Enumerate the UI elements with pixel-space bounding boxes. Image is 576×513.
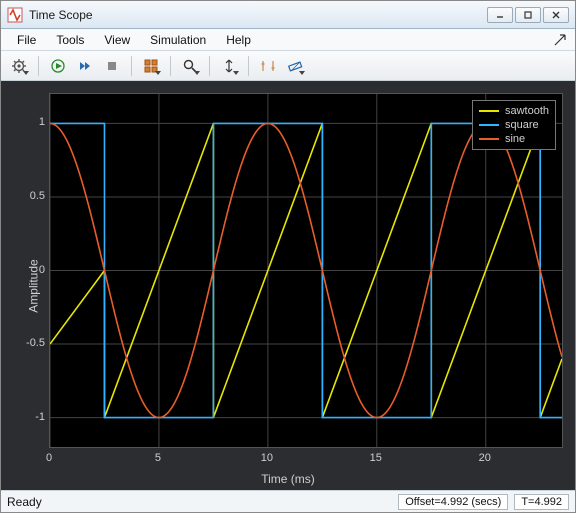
maximize-button[interactable] bbox=[515, 7, 541, 23]
status-offset: Offset=4.992 (secs) bbox=[398, 494, 508, 510]
minimize-button[interactable] bbox=[487, 7, 513, 23]
dock-icon[interactable] bbox=[553, 33, 567, 47]
menubar: File Tools View Simulation Help bbox=[1, 29, 575, 51]
y-tick: 1 bbox=[25, 116, 45, 128]
plot-area: Amplitude Time (ms) sawtooth square sine… bbox=[1, 81, 575, 490]
x-tick: 20 bbox=[479, 452, 491, 464]
legend-item-sawtooth[interactable]: sawtooth bbox=[479, 105, 549, 117]
x-tick: 15 bbox=[370, 452, 382, 464]
settings-button[interactable] bbox=[7, 55, 31, 77]
status-time: T=4.992 bbox=[514, 494, 569, 510]
y-tick: -0.5 bbox=[25, 337, 45, 349]
legend-item-sine[interactable]: sine bbox=[479, 133, 549, 145]
y-tick: -1 bbox=[25, 411, 45, 423]
x-axis-label: Time (ms) bbox=[261, 472, 315, 486]
run-button[interactable] bbox=[46, 55, 70, 77]
x-tick: 5 bbox=[155, 452, 161, 464]
stop-button[interactable] bbox=[100, 55, 124, 77]
menu-tools[interactable]: Tools bbox=[48, 31, 92, 49]
statusbar: Ready Offset=4.992 (secs) T=4.992 bbox=[1, 490, 575, 512]
menu-simulation[interactable]: Simulation bbox=[142, 31, 214, 49]
app-icon bbox=[7, 7, 23, 23]
menu-view[interactable]: View bbox=[96, 31, 138, 49]
x-tick: 10 bbox=[261, 452, 273, 464]
x-tick: 0 bbox=[46, 452, 52, 464]
status-ready: Ready bbox=[7, 495, 392, 509]
menu-help[interactable]: Help bbox=[218, 31, 259, 49]
menu-file[interactable]: File bbox=[9, 31, 44, 49]
legend[interactable]: sawtooth square sine bbox=[472, 100, 556, 150]
step-fwd-button[interactable] bbox=[73, 55, 97, 77]
measure-button[interactable] bbox=[283, 55, 307, 77]
window-title: Time Scope bbox=[29, 8, 481, 22]
cursors-button[interactable] bbox=[256, 55, 280, 77]
autoscale-button[interactable] bbox=[217, 55, 241, 77]
y-tick: 0 bbox=[25, 264, 45, 276]
close-button[interactable] bbox=[543, 7, 569, 23]
plot-canvas[interactable]: sawtooth square sine bbox=[49, 93, 563, 448]
toolbar bbox=[1, 51, 575, 81]
layout-button[interactable] bbox=[139, 55, 163, 77]
legend-item-square[interactable]: square bbox=[479, 119, 549, 131]
zoom-button[interactable] bbox=[178, 55, 202, 77]
y-tick: 0.5 bbox=[25, 190, 45, 202]
